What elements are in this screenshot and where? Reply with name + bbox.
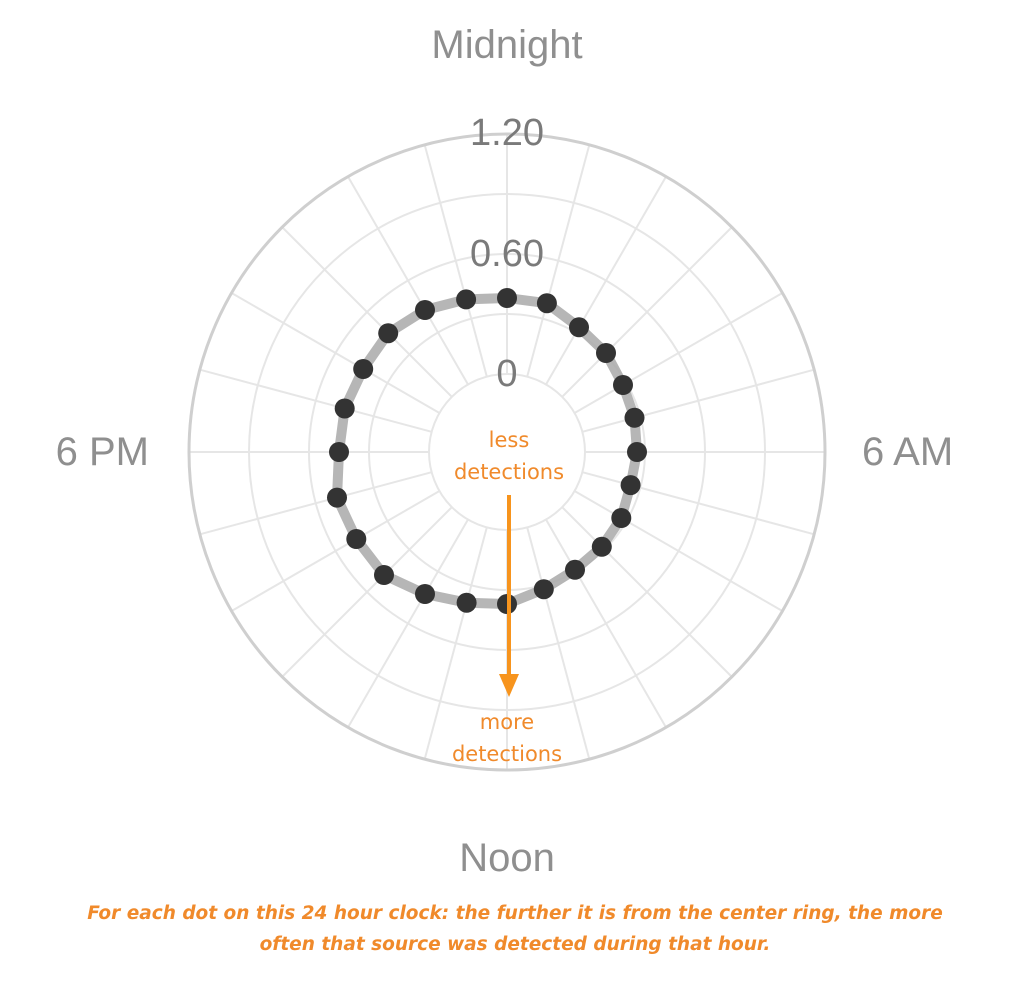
data-point-hour-23 <box>456 289 477 310</box>
label-noon: Noon <box>459 836 555 880</box>
data-point-hour-6 <box>627 442 647 462</box>
caption-line-2: often that source was detected during th… <box>259 934 771 955</box>
data-point-hour-8 <box>611 508 632 528</box>
data-point-hour-19 <box>334 398 355 419</box>
data-point-hour-14 <box>415 584 435 604</box>
data-point-hour-17 <box>327 487 347 508</box>
data-point-hour-7 <box>620 475 641 496</box>
data-point-hour-22 <box>415 300 435 320</box>
label-6am: 6 AM <box>862 430 953 474</box>
data-point-hour-15 <box>374 565 394 585</box>
data-point-hour-0 <box>497 288 517 308</box>
data-point-hour-4 <box>613 375 633 395</box>
annotation-more-detections: detections <box>452 742 562 766</box>
annotation-arrow-head <box>499 674 519 697</box>
label-midnight: Midnight <box>431 23 582 67</box>
data-point-hour-3 <box>596 343 616 363</box>
radial-tick-0-60: 0.60 <box>470 233 544 275</box>
data-point-hour-16 <box>346 529 367 549</box>
annotation-less: less <box>489 428 530 452</box>
data-point-hour-5 <box>624 407 645 428</box>
annotation-more: more <box>480 710 534 734</box>
chart-caption: For each dot on this 24 hour clock: the … <box>40 898 990 960</box>
data-point-hour-11 <box>533 579 554 600</box>
radial-tick-0: 0 <box>496 353 517 395</box>
data-point-hour-9 <box>591 536 612 557</box>
data-point-hour-21 <box>378 323 399 344</box>
label-6pm: 6 PM <box>56 430 149 474</box>
radial-chart: Midnight 6 AM Noon 6 PM 1.20 0.60 0 less… <box>56 23 954 880</box>
data-point-hour-1 <box>536 293 557 314</box>
data-point-hour-2 <box>569 317 589 338</box>
data-point-hour-13 <box>456 592 477 613</box>
radial-tick-1-20: 1.20 <box>470 112 544 154</box>
caption-line-1: For each dot on this 24 hour clock: the … <box>87 903 943 924</box>
data-point-hour-20 <box>353 359 374 379</box>
annotation-less-detections: detections <box>454 460 564 484</box>
data-point-hour-10 <box>565 559 585 580</box>
data-point-hour-18 <box>329 442 349 462</box>
